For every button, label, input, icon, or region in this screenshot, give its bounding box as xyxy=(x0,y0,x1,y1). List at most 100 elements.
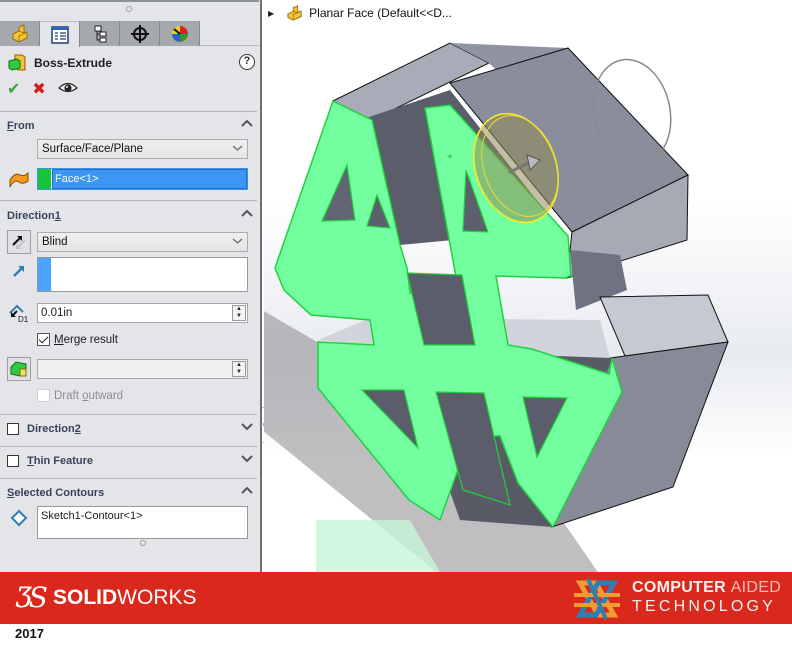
face-entity-icon xyxy=(8,169,30,191)
solidworks-logo: ƷS SOLID WORKS xyxy=(16,581,197,614)
grip-dot xyxy=(126,6,132,12)
reverse-direction-icon xyxy=(12,236,26,249)
tab-configurationmanager[interactable] xyxy=(80,21,120,46)
chevron-up-icon[interactable] xyxy=(240,485,254,499)
depth-input[interactable]: 0.01in ▲ ▼ xyxy=(37,303,248,323)
end-condition-value: Blind xyxy=(42,236,68,248)
tab-dimxpertmanager[interactable] xyxy=(120,21,160,46)
end-condition-select[interactable]: Blind xyxy=(37,232,248,252)
crosshair-icon xyxy=(130,24,149,43)
manager-tab-bar xyxy=(0,21,259,47)
cat-logo-icon xyxy=(574,578,620,620)
divider xyxy=(0,200,257,201)
divider xyxy=(0,446,257,447)
from-face-selection[interactable]: Face<1> xyxy=(37,168,248,190)
divider xyxy=(0,478,257,479)
thin-feature-checkbox[interactable] xyxy=(7,455,19,467)
svg-text:D1: D1 xyxy=(18,315,29,324)
color-wheel-icon xyxy=(171,25,188,42)
partner-line1-bold: COMPUTER xyxy=(632,579,731,596)
divider xyxy=(0,414,257,415)
ds-logo-icon: ƷS xyxy=(16,581,48,614)
chevron-down-icon[interactable] xyxy=(240,421,254,435)
selection-color-swatch xyxy=(38,169,51,189)
section-selected-contours-title: elected Contours xyxy=(14,487,105,499)
partner-line1-light: AIDED xyxy=(730,579,782,596)
tab-displaymanager[interactable] xyxy=(160,21,200,46)
merge-result-check[interactable] xyxy=(37,333,50,346)
depth-dimension-icon: D1 xyxy=(8,302,30,324)
depth-spinner[interactable]: ▲ ▼ xyxy=(232,305,246,321)
dollar-sign-3d-model[interactable]: + xyxy=(264,0,792,572)
section-selected-contours-mnemonic: S xyxy=(7,487,15,499)
config-tree-icon xyxy=(94,25,106,42)
draft-icon xyxy=(10,361,27,377)
preview-button[interactable] xyxy=(57,81,78,99)
depth-value: 0.01in xyxy=(41,307,73,319)
action-buttons: ✔ ✖ xyxy=(7,81,78,99)
section-selected-contours-header[interactable]: Selected Contours xyxy=(7,484,257,502)
flyout-tree-label: Planar Face (Default<<D... xyxy=(309,6,452,20)
section-direction2-title: Direction xyxy=(27,423,75,435)
direction2-checkbox[interactable] xyxy=(7,423,19,435)
section-direction1-number: 1 xyxy=(54,210,61,222)
selected-face-item[interactable]: Face<1> xyxy=(52,169,247,189)
draft-outward-label: Draft outward xyxy=(54,389,124,402)
part-icon xyxy=(287,5,302,21)
property-manager-panel: Boss-Extrude ? ✔ ✖ From Surface/Face/Pla… xyxy=(0,0,262,572)
chevron-up-icon[interactable] xyxy=(240,208,254,222)
cancel-button[interactable]: ✖ xyxy=(32,82,45,98)
section-direction2-header[interactable]: Direction 2 xyxy=(7,420,257,438)
chevron-down-icon xyxy=(232,233,243,251)
direction-vector-icon xyxy=(8,260,30,282)
draft-outward-check[interactable] xyxy=(37,389,50,402)
brand-light: WORKS xyxy=(117,585,197,609)
selected-contours-list[interactable]: Sketch1-Contour<1> xyxy=(37,506,248,539)
boss-extrude-icon xyxy=(8,54,26,71)
section-thin-feature-mnemonic: T xyxy=(27,455,34,467)
partner-line2: TECHNOLOGY xyxy=(632,598,777,615)
section-from-title: rom xyxy=(13,120,35,132)
section-from-title-mnemonic: F xyxy=(7,120,14,132)
flyout-tree-item[interactable]: ▶ Planar Face (Default<<D... xyxy=(268,5,452,21)
feature-title-row: Boss-Extrude ? xyxy=(7,53,255,73)
brand-bold: SOLID xyxy=(53,585,118,609)
section-direction2-number: 2 xyxy=(74,423,81,435)
chevron-down-icon[interactable] xyxy=(240,453,254,467)
section-from-header[interactable]: From xyxy=(7,117,257,135)
section-direction1-title: Direction xyxy=(7,210,55,222)
draft-outward-checkbox[interactable]: Draft outward xyxy=(37,389,123,402)
merge-result-checkbox[interactable]: Merge result xyxy=(37,333,118,346)
draft-angle-input[interactable]: ▲ ▼ xyxy=(37,359,248,379)
direction-selection-content xyxy=(52,258,247,291)
draft-toggle-button[interactable] xyxy=(7,357,31,381)
from-condition-select[interactable]: Surface/Face/Plane xyxy=(37,139,248,159)
property-list-icon xyxy=(50,25,69,44)
list-resize-grip[interactable] xyxy=(140,540,146,546)
chevron-down-icon xyxy=(232,140,243,158)
feature-title: Boss-Extrude xyxy=(34,56,113,70)
part-icon xyxy=(12,23,27,43)
version-year: 2017 xyxy=(15,626,44,641)
help-button[interactable]: ? xyxy=(239,54,255,70)
draft-angle-spinner[interactable]: ▲ ▼ xyxy=(232,361,246,377)
section-thin-feature-title: hin Feature xyxy=(33,455,94,467)
section-thin-feature-header[interactable]: Thin Feature xyxy=(7,452,257,470)
ok-button[interactable]: ✔ xyxy=(7,82,20,98)
graphics-viewport[interactable]: + ▶ Planar Face (Default<<D... xyxy=(264,0,792,572)
eye-icon xyxy=(57,82,78,93)
expand-triangle-icon[interactable]: ▶ xyxy=(268,9,274,18)
origin-crosshair: + xyxy=(447,152,453,163)
section-direction1-header[interactable]: Direction 1 xyxy=(7,207,257,225)
divider xyxy=(0,111,257,112)
merge-result-label: Merge result xyxy=(54,333,118,346)
tab-featuremanager[interactable] xyxy=(0,21,40,46)
brand-banner: ƷS SOLID WORKS COMPUTER AIDED TECHNOLOGY xyxy=(0,572,792,624)
panel-resize-handle[interactable] xyxy=(0,0,259,18)
contour-list-item[interactable]: Sketch1-Contour<1> xyxy=(38,507,247,538)
chevron-up-icon[interactable] xyxy=(240,118,254,132)
direction-selection-box[interactable] xyxy=(37,257,248,292)
reverse-direction-button[interactable] xyxy=(7,230,31,254)
tab-propertymanager[interactable] xyxy=(40,21,80,47)
from-condition-value: Surface/Face/Plane xyxy=(42,143,144,155)
